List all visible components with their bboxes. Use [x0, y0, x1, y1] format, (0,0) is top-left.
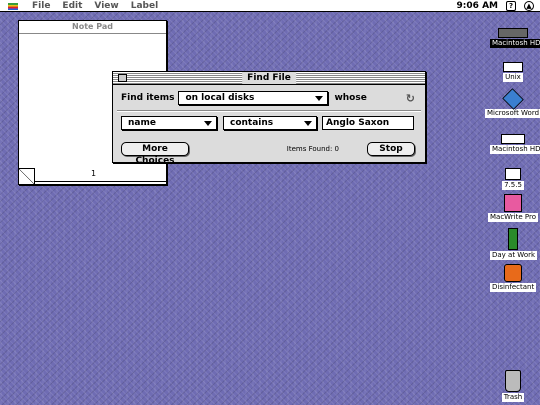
menu-file[interactable]: File [26, 1, 56, 11]
microsoft-word-icon [502, 88, 524, 110]
desktop-icon-unix[interactable]: Unix [496, 62, 530, 82]
menu-bar-right: 9:06 AM ? ▲ [457, 0, 534, 11]
note-pad-divider [35, 181, 166, 182]
desktop-icon-label: Trash [501, 393, 525, 402]
criteria-popup-value: name [128, 118, 156, 128]
hard-drive-icon [498, 28, 528, 38]
whose-label: whose [334, 93, 367, 103]
operator-popup-value: contains [230, 118, 274, 128]
items-found-count: Items Found: 0 [286, 145, 339, 153]
desktop-icon-7-5-5[interactable]: 7.5.5 [496, 168, 530, 190]
hard-drive-icon [501, 134, 525, 144]
clock[interactable]: 9:06 AM [457, 1, 498, 11]
trash-icon [505, 370, 521, 392]
menu-bar: File Edit View Label 9:06 AM ? ▲ [0, 0, 540, 12]
desktop-icon-label: MacWrite Pro [488, 213, 538, 222]
popup-arrow-icon [315, 95, 324, 101]
menu-view[interactable]: View [88, 1, 124, 11]
more-choices-button[interactable]: More Choices [121, 142, 189, 166]
desktop-icon-label: Microsoft Word [484, 109, 540, 118]
operator-popup[interactable]: contains [223, 116, 317, 130]
desktop-icon-macintosh-hd-2[interactable]: Macintosh HD [490, 134, 540, 154]
page-turn-corner-icon[interactable] [19, 168, 35, 184]
application-menu-icon[interactable]: ▲ [524, 0, 534, 11]
desktop-icon-label: 7.5.5 [502, 181, 524, 190]
note-pad-page-number: 1 [91, 169, 97, 178]
floppy-icon [505, 168, 521, 180]
note-pad-title[interactable]: Note Pad [19, 21, 166, 34]
find-file-window: Find File Find items on local disks whos… [112, 71, 426, 166]
desktop-icon-label: Disinfectant [490, 283, 537, 292]
day-at-work-icon [508, 228, 518, 250]
disk-icon [503, 62, 523, 72]
menu-label[interactable]: Label [125, 1, 164, 11]
popup-arrow-icon [304, 120, 312, 126]
close-box-icon[interactable] [118, 74, 127, 82]
desktop-icon-disinfectant[interactable]: Disinfectant [490, 264, 537, 292]
location-popup[interactable]: on local disks [178, 91, 329, 105]
apple-menu-icon[interactable] [8, 1, 18, 11]
desktop-icon-microsoft-word[interactable]: Microsoft Word [484, 88, 540, 118]
desktop-icon-label: Unix [503, 73, 523, 82]
criteria-row: name contains Anglo Saxon [121, 116, 417, 130]
desktop-icon-macintosh-hd[interactable]: Macintosh HD [490, 28, 540, 48]
find-file-separator [117, 110, 421, 112]
desktop-icon-macwrite-pro[interactable]: MacWrite Pro [488, 194, 538, 222]
find-items-row: Find items on local disks whose ↻ [121, 91, 417, 105]
find-items-label: Find items [121, 93, 175, 103]
desktop-icon-label: Day at Work [490, 251, 538, 260]
disinfectant-icon [504, 264, 522, 282]
criteria-popup[interactable]: name [121, 116, 217, 130]
search-text-field[interactable]: Anglo Saxon [322, 116, 414, 130]
desktop-icon-trash[interactable]: Trash [496, 370, 530, 402]
popup-arrow-icon [204, 120, 212, 126]
desktop-icon-label: Macintosh HD [490, 39, 540, 48]
find-file-titlebar[interactable]: Find File [113, 72, 425, 85]
buttons-row: More Choices Items Found: 0 Stop [121, 142, 417, 166]
stop-button[interactable]: Stop [367, 142, 415, 156]
balloon-help-icon[interactable]: ? [506, 0, 516, 11]
find-file-title: Find File [242, 72, 296, 84]
location-popup-value: on local disks [185, 93, 255, 103]
desktop-icon-day-at-work[interactable]: Day at Work [490, 228, 538, 260]
spinner-icon: ↻ [405, 91, 415, 105]
desktop-icon-label: Macintosh HD [490, 145, 540, 154]
macwrite-pro-icon [504, 194, 522, 212]
menu-edit[interactable]: Edit [56, 1, 88, 11]
